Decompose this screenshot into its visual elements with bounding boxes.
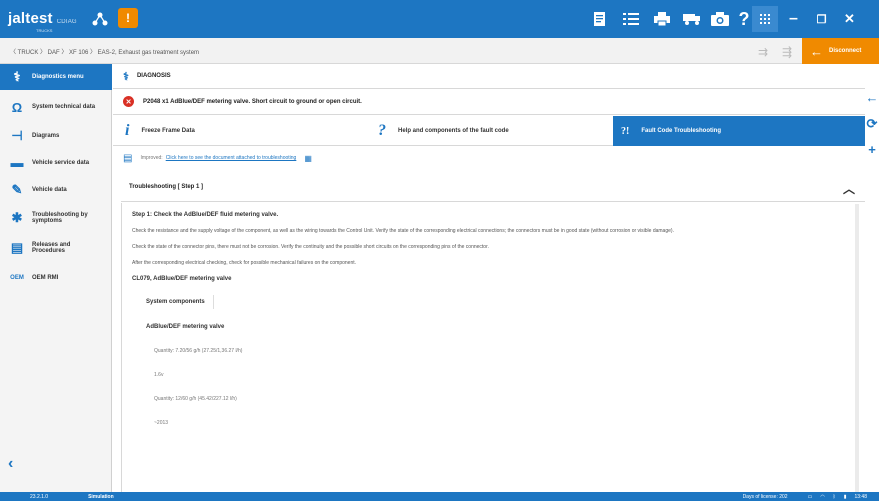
sidebar-item-diagrams[interactable]: ⊣ Diagrams bbox=[0, 122, 112, 149]
minimize-button[interactable]: – bbox=[780, 0, 807, 38]
error-icon: ✕ bbox=[123, 96, 134, 107]
bluetooth-icon: ᛒ bbox=[832, 493, 836, 500]
diagnosis-header: ⚕ DIAGNOSIS bbox=[113, 64, 865, 89]
book-icon: ▤ bbox=[10, 240, 24, 255]
close-button[interactable]: ✕ bbox=[836, 0, 863, 38]
camera-icon[interactable] bbox=[710, 9, 730, 29]
troubleshooting-step-header[interactable]: Troubleshooting [ Step 1 ] ︿ bbox=[121, 172, 865, 202]
info-icon: i bbox=[125, 122, 130, 139]
export-disabled-icon: ⇶ bbox=[782, 45, 793, 59]
right-action-bar: ← ⟳ + bbox=[865, 90, 879, 180]
warning-icon[interactable]: ! bbox=[118, 8, 138, 28]
chevron-up-icon[interactable]: ︿ bbox=[843, 180, 855, 197]
troubleshooting-content: Step 1: Check the AdBlue/DEF fluid meter… bbox=[121, 203, 859, 492]
step-paragraph-3: After the corresponding electrical check… bbox=[132, 260, 357, 266]
diagram-icon: ⊣ bbox=[11, 127, 23, 143]
step-paragraph-2: Check the state of the connector pins, t… bbox=[132, 244, 489, 250]
main-panel: ⚕ DIAGNOSIS ✕ P2048 x1 AdBlue/DEF meteri… bbox=[113, 64, 865, 492]
mode-label: Simulation bbox=[88, 493, 114, 500]
list-icon[interactable] bbox=[621, 9, 641, 29]
component-value-1: Quantity: 7.20/56 g/h (27.25/1,36.27 l/h… bbox=[154, 348, 243, 354]
content-scrollbar[interactable] bbox=[855, 204, 859, 492]
monitor-icon: ▭ bbox=[807, 493, 813, 500]
sidebar: ⚕ Diagnostics menu Ω System technical da… bbox=[0, 64, 112, 492]
table-icon[interactable]: ▦ bbox=[304, 154, 312, 163]
license-label: Days of license: 202 bbox=[742, 493, 788, 500]
report-icon[interactable] bbox=[589, 9, 609, 29]
arrow-left-icon: ← bbox=[810, 43, 823, 59]
app-logo: jaltest CDIAG bbox=[8, 10, 77, 27]
step-paragraph-1: Check the resistance and the supply volt… bbox=[132, 228, 674, 234]
disconnect-button[interactable]: ← Disconnect bbox=[802, 38, 879, 64]
sidebar-item-releases-and-procedures[interactable]: ▤ Releases and Procedures bbox=[0, 233, 112, 263]
troubleshoot-icon: ?! bbox=[621, 125, 630, 137]
version-label: 23.2.1.0 bbox=[30, 493, 49, 500]
forward-disabled-icon: ⇉ bbox=[758, 45, 769, 59]
tab-bar: i Freeze Frame Data ? Help and component… bbox=[113, 116, 865, 146]
document-icon: ▤ bbox=[123, 152, 133, 164]
component-value-2: 1.6v bbox=[154, 372, 164, 378]
sidebar-item-vehicle-data[interactable]: ✎ Vehicle data bbox=[0, 176, 112, 203]
improved-row: ▤ Improved: Click here to see the docume… bbox=[123, 152, 312, 164]
grid-icon[interactable] bbox=[752, 6, 778, 32]
component-value-3: Quantity: 12/60 g/h (45.42/227.12 l/h) bbox=[154, 396, 237, 402]
wifi-icon: ◠ bbox=[820, 493, 825, 500]
battery-icon: ▮ bbox=[843, 493, 847, 500]
clock-label: 13:48 bbox=[854, 493, 867, 500]
service-icon: ▬ bbox=[10, 155, 24, 170]
diagnosis-icon: ⚕ bbox=[123, 70, 129, 83]
restore-button[interactable]: ❐ bbox=[808, 0, 835, 38]
history-icon[interactable]: ⟳ bbox=[865, 116, 879, 142]
tab-fault-code-troubleshooting[interactable]: ?! Fault Code Troubleshooting bbox=[613, 116, 865, 146]
network-icon[interactable] bbox=[90, 9, 110, 29]
logo-tagline: TRUCKS bbox=[36, 28, 53, 33]
question-icon: ? bbox=[378, 122, 386, 139]
top-bar: jaltest CDIAG TRUCKS ! ? – ❐ ✕ bbox=[0, 0, 879, 38]
add-icon[interactable]: + bbox=[865, 142, 879, 168]
fault-code-row[interactable]: ✕ P2048 x1 AdBlue/DEF metering valve. Sh… bbox=[113, 89, 865, 115]
sidebar-item-diagnostics-menu[interactable]: ⚕ Diagnostics menu bbox=[0, 64, 112, 90]
printer-icon[interactable] bbox=[652, 9, 672, 29]
back-arrow-icon[interactable]: ← bbox=[865, 90, 879, 116]
oem-icon: OEM bbox=[10, 275, 24, 281]
status-bar: 23.2.1.0 Simulation Days of license: 202… bbox=[0, 492, 879, 501]
step-title: Step 1: Check the AdBlue/DEF fluid meter… bbox=[132, 212, 279, 218]
sidebar-item-troubleshooting-by-symptoms[interactable]: ✱ Troubleshooting by symptoms bbox=[0, 203, 112, 233]
help-icon[interactable]: ? bbox=[734, 9, 754, 29]
component-code: CL079, AdBlue/DEF metering valve bbox=[132, 276, 232, 282]
system-components-label: System components bbox=[140, 295, 214, 309]
sidebar-item-system-technical-data[interactable]: Ω System technical data bbox=[0, 92, 112, 122]
breadcrumb[interactable]: 〈 TRUCK 〉 DAF 〉 XF 106 〉 EAS-2, Exhaust … bbox=[10, 47, 199, 56]
sidebar-item-vehicle-service-data[interactable]: ▬ Vehicle service data bbox=[0, 149, 112, 176]
tab-freeze-frame-data[interactable]: i Freeze Frame Data bbox=[113, 116, 368, 146]
omega-icon: Ω bbox=[11, 99, 23, 115]
troubleshooting-icon: ✱ bbox=[11, 210, 23, 225]
diagnostics-icon: ⚕ bbox=[13, 69, 21, 84]
component-name: AdBlue/DEF metering valve bbox=[146, 324, 225, 330]
truck-icon[interactable] bbox=[682, 9, 702, 29]
collapse-sidebar-icon[interactable]: ‹ bbox=[8, 455, 13, 473]
component-value-4: ~2013 bbox=[154, 420, 169, 426]
wrench-icon: ✎ bbox=[11, 181, 23, 197]
sidebar-item-oem-rmi[interactable]: OEM OEM RMI bbox=[0, 263, 112, 293]
breadcrumb-bar: 〈 TRUCK 〉 DAF 〉 XF 106 〉 EAS-2, Exhaust … bbox=[0, 38, 879, 64]
troubleshooting-document-link[interactable]: Click here to see the document attached … bbox=[166, 155, 297, 161]
tab-help-and-components[interactable]: ? Help and components of the fault code bbox=[368, 116, 613, 146]
